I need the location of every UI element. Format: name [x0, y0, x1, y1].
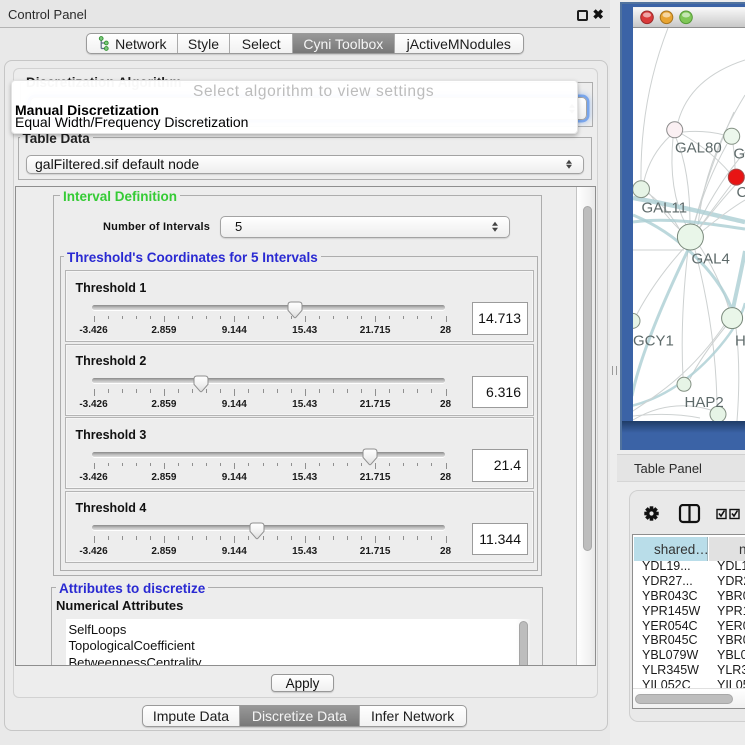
svg-text:GAL4: GAL4: [692, 251, 730, 268]
svg-text:GAL11: GAL11: [642, 200, 688, 217]
svg-text:GAL80: GAL80: [675, 140, 722, 157]
svg-text:C: C: [737, 184, 745, 201]
svg-text:GCY1: GCY1: [633, 333, 674, 350]
svg-text:HAP2: HAP2: [685, 394, 724, 411]
svg-text:H: H: [735, 333, 745, 350]
svg-text:GA: GA: [734, 146, 745, 163]
